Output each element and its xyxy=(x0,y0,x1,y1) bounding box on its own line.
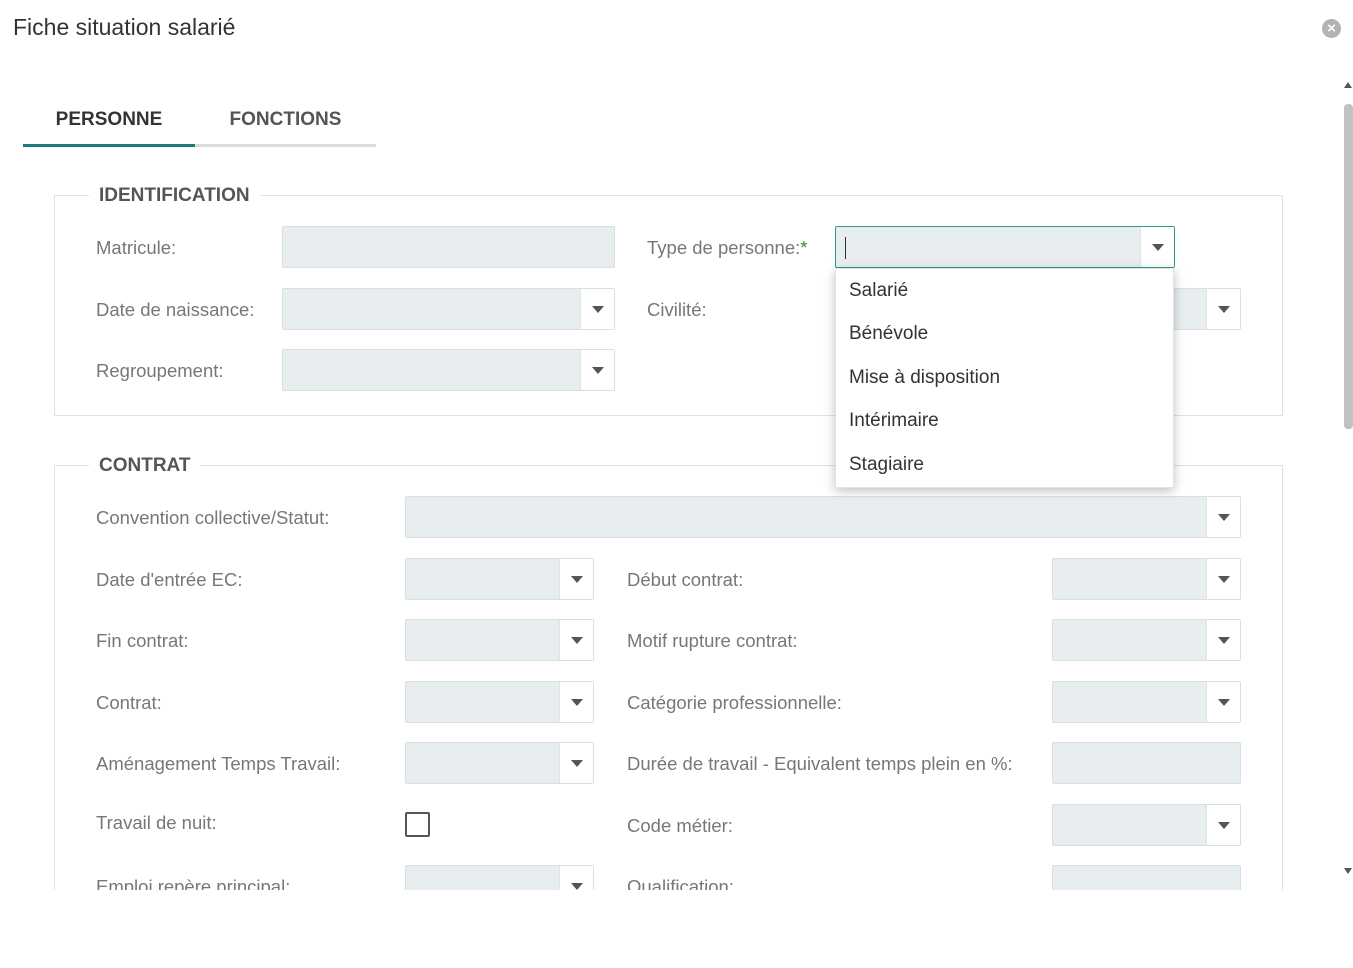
code-metier-label: Code métier: xyxy=(627,815,733,836)
date-entree-select[interactable] xyxy=(405,558,594,600)
tab-personne[interactable]: PERSONNE xyxy=(23,100,195,147)
chevron-down-icon[interactable] xyxy=(559,559,593,599)
vertical-scrollbar[interactable] xyxy=(1340,78,1353,878)
dialog-title: Fiche situation salarié xyxy=(13,14,236,40)
duree-travail-label: Durée de travail - Equivalent temps plei… xyxy=(627,753,1013,774)
regroupement-label: Regroupement: xyxy=(96,360,224,381)
chevron-down-icon[interactable] xyxy=(580,350,614,390)
type-personne-label: Type de personne:* xyxy=(647,236,807,260)
chevron-down-icon[interactable] xyxy=(580,289,614,329)
chevron-down-icon[interactable] xyxy=(559,743,593,783)
chevron-down-icon[interactable] xyxy=(559,866,593,890)
identification-legend: IDENTIFICATION xyxy=(89,184,260,208)
debut-contrat-select[interactable] xyxy=(1052,558,1241,600)
travail-nuit-checkbox[interactable] xyxy=(405,812,430,837)
regroupement-select[interactable] xyxy=(282,349,615,391)
type-personne-select[interactable] xyxy=(835,226,1175,268)
qualification-input[interactable] xyxy=(1052,865,1241,890)
fin-contrat-select[interactable] xyxy=(405,619,594,661)
dropdown-option[interactable]: Salarié xyxy=(836,269,1173,312)
categorie-label: Catégorie professionnelle: xyxy=(627,692,842,713)
dropdown-option[interactable]: Stagiaire xyxy=(836,443,1173,486)
chevron-down-icon[interactable] xyxy=(559,682,593,722)
debut-contrat-label: Début contrat: xyxy=(627,569,744,590)
chevron-down-icon[interactable] xyxy=(1206,497,1240,537)
type-personne-dropdown: Salarié Bénévole Mise à disposition Inté… xyxy=(835,268,1174,488)
text-caret xyxy=(845,237,846,259)
convention-select[interactable] xyxy=(405,496,1241,538)
chevron-down-icon[interactable] xyxy=(1206,620,1240,660)
chevron-down-icon[interactable] xyxy=(1206,559,1240,599)
tab-bar: PERSONNE FONCTIONS xyxy=(23,100,376,147)
contrat-legend: CONTRAT xyxy=(89,454,201,478)
motif-rupture-select[interactable] xyxy=(1052,619,1241,661)
fin-contrat-label: Fin contrat: xyxy=(96,630,189,651)
matricule-label: Matricule: xyxy=(96,237,177,258)
chevron-down-icon[interactable] xyxy=(1206,805,1240,845)
contrat-select[interactable] xyxy=(405,681,594,723)
dropdown-option[interactable]: Mise à disposition xyxy=(836,356,1173,399)
date-naissance-select[interactable] xyxy=(282,288,615,330)
contrat-label: Contrat: xyxy=(96,692,162,713)
chevron-down-icon[interactable] xyxy=(1140,227,1174,267)
chevron-down-icon[interactable] xyxy=(559,620,593,660)
convention-label: Convention collective/Statut: xyxy=(96,507,330,528)
dropdown-option[interactable]: Bénévole xyxy=(836,312,1173,355)
matricule-input[interactable] xyxy=(282,226,615,268)
qualification-label: Qualification: xyxy=(627,876,734,890)
categorie-select[interactable] xyxy=(1052,681,1241,723)
duree-travail-input[interactable] xyxy=(1052,742,1241,784)
scroll-down-icon[interactable] xyxy=(1344,868,1352,874)
chevron-down-icon[interactable] xyxy=(1206,289,1240,329)
emploi-repere-select[interactable] xyxy=(405,865,594,890)
close-icon[interactable]: × xyxy=(1322,19,1341,38)
civilite-label: Civilité: xyxy=(647,299,707,320)
motif-rupture-label: Motif rupture contrat: xyxy=(627,630,798,651)
amenagement-label: Aménagement Temps Travail: xyxy=(96,753,341,774)
emploi-repere-label: Emploi repère principal: xyxy=(96,876,291,890)
scroll-up-icon[interactable] xyxy=(1344,82,1352,88)
required-mark: * xyxy=(800,237,808,258)
type-personne-label-text: Type de personne: xyxy=(647,237,801,258)
amenagement-select[interactable] xyxy=(405,742,594,784)
date-naissance-label: Date de naissance: xyxy=(96,299,255,320)
dropdown-option[interactable]: Intérimaire xyxy=(836,399,1173,442)
travail-nuit-label: Travail de nuit: xyxy=(96,812,217,833)
code-metier-select[interactable] xyxy=(1052,804,1241,846)
scrollbar-thumb[interactable] xyxy=(1344,104,1353,429)
date-entree-label: Date d'entrée EC: xyxy=(96,569,243,590)
tab-fonctions[interactable]: FONCTIONS xyxy=(195,100,376,147)
chevron-down-icon[interactable] xyxy=(1206,682,1240,722)
